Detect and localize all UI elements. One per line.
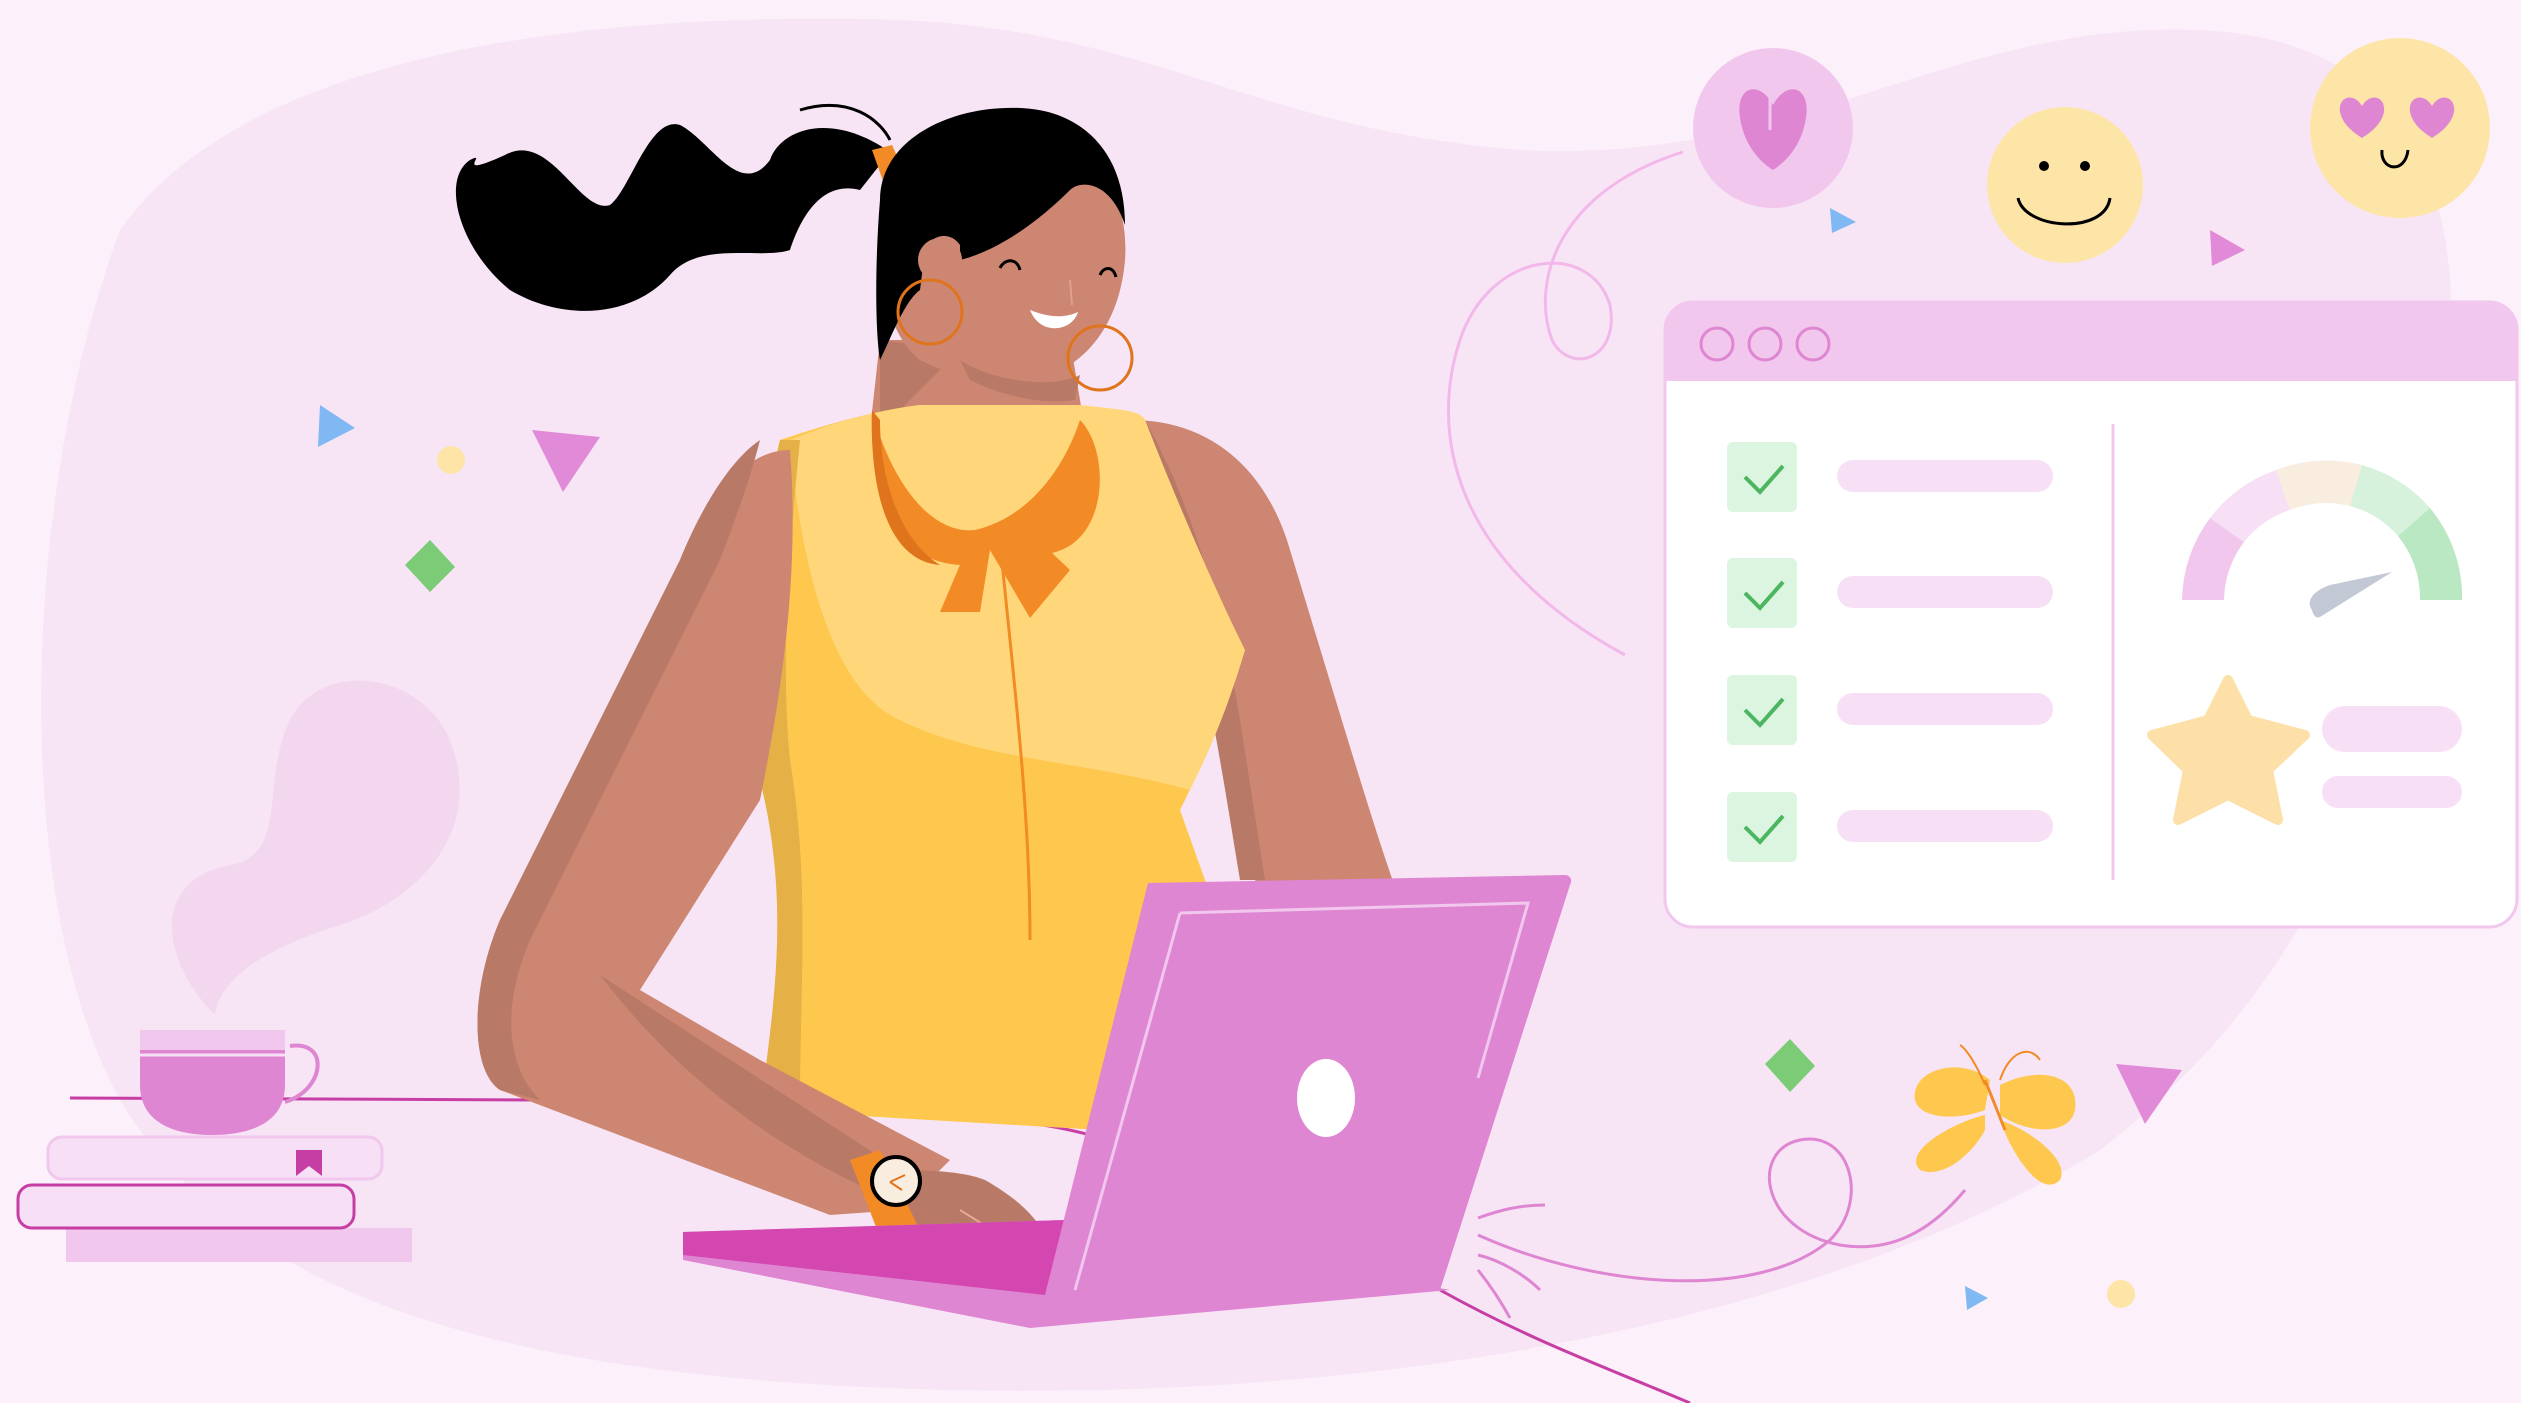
heart-reaction (1693, 48, 1853, 208)
heart-eyes-face-icon (2310, 38, 2490, 218)
checkbox-icon (1727, 675, 1797, 745)
checkbox-icon (1727, 792, 1797, 862)
placeholder-bar (1837, 460, 2053, 492)
illustration-scene (0, 0, 2521, 1403)
window-header (1665, 302, 2517, 381)
watch-icon (870, 1155, 922, 1207)
ear (918, 238, 962, 282)
placeholder-bar (2322, 706, 2462, 752)
smiley-face-icon (1987, 107, 2143, 263)
books (16, 1135, 412, 1262)
placeholder-bar (2322, 776, 2462, 808)
apple-logo-icon (1297, 1059, 1355, 1137)
checkbox-icon (1727, 558, 1797, 628)
placeholder-bar (1837, 576, 2053, 608)
placeholder-bar (1837, 693, 2053, 725)
placeholder-bar (1837, 810, 2053, 842)
dashboard-window (1663, 300, 2519, 929)
checkbox-icon (1727, 442, 1797, 512)
